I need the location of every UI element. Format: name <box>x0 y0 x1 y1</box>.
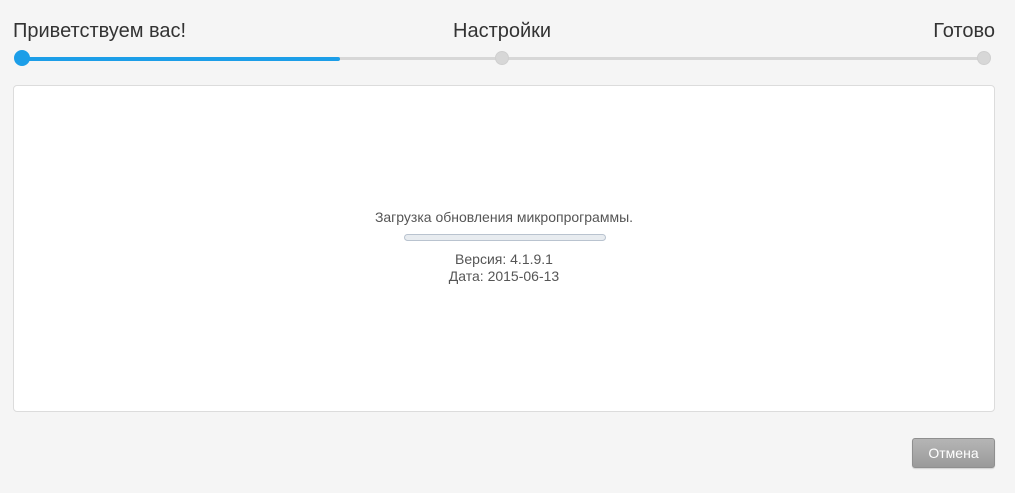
step-settings-dot <box>495 51 509 65</box>
step-done-dot <box>977 51 991 65</box>
content-panel: Загрузка обновления микропрограммы. Верс… <box>13 85 995 412</box>
step-settings-label: Настройки <box>453 20 552 42</box>
step-done-label: Готово <box>933 20 995 42</box>
firmware-status-text: Загрузка обновления микропрограммы. <box>374 209 634 225</box>
cancel-button[interactable]: Отмена <box>912 438 995 468</box>
firmware-version-text: Версия: 4.1.9.1 <box>455 251 553 267</box>
wizard-steps: Приветствуем вас! Настройки Готово <box>0 0 1015 80</box>
step-welcome-dot <box>14 50 30 66</box>
step-welcome-label: Приветствуем вас! <box>13 20 187 42</box>
firmware-date-text: Дата: 2015-06-13 <box>448 268 560 284</box>
wizard-progress-fill <box>22 56 340 61</box>
firmware-download-progress-bar <box>404 234 606 241</box>
